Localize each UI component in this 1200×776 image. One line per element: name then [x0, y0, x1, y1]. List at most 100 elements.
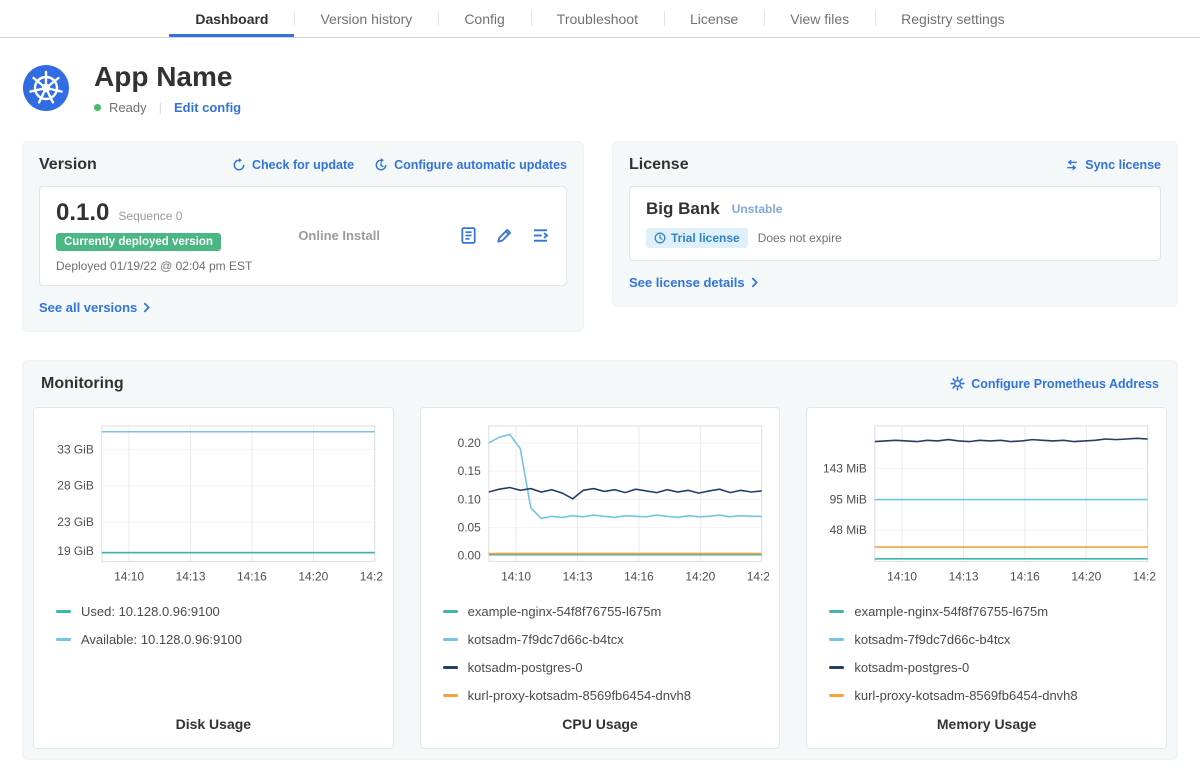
chart-title: Memory Usage [817, 706, 1156, 732]
svg-text:14:10: 14:10 [887, 569, 917, 583]
chart-legend: example-nginx-54f8f76755-l675mkotsadm-7f… [829, 604, 1156, 703]
deployed-timestamp: Deployed 01/19/22 @ 02:04 pm EST [56, 259, 252, 273]
see-all-versions-link[interactable]: See all versions [39, 300, 150, 315]
sync-icon [1065, 158, 1079, 172]
configure-prometheus-link[interactable]: Configure Prometheus Address [950, 376, 1159, 391]
see-license-details-link[interactable]: See license details [629, 275, 758, 290]
refresh-icon [232, 158, 246, 172]
legend-color-dash [829, 666, 844, 669]
license-type-row: Trial license Does not expire [646, 228, 1144, 248]
legend-color-dash [56, 638, 71, 641]
version-card-title: Version [39, 156, 97, 174]
edit-config-button[interactable] [495, 226, 514, 245]
page-title: App Name [94, 62, 241, 93]
status-badge: Ready [109, 100, 147, 115]
tab-view-files[interactable]: View files [764, 0, 875, 37]
check-for-update-link[interactable]: Check for update [232, 158, 354, 172]
license-expiration: Does not expire [758, 231, 842, 245]
release-notes-icon [459, 226, 478, 245]
current-version-box: 0.1.0 Sequence 0 Currently deployed vers… [39, 186, 567, 286]
version-action-icons [459, 226, 550, 245]
svg-text:14:10: 14:10 [114, 569, 144, 583]
release-notes-button[interactable] [459, 226, 478, 245]
legend-label: Available: 10.128.0.96:9100 [81, 632, 242, 647]
license-card: License Sync license Big Bank Unstable [612, 141, 1178, 307]
memory-usage-chart-card: 14:1014:1314:1614:2014:2348 MiB95 MiB143… [806, 407, 1167, 749]
license-card-header: License Sync license [629, 156, 1161, 174]
svg-text:14:16: 14:16 [624, 569, 654, 583]
tab-label: Troubleshoot [557, 11, 638, 27]
svg-text:14:20: 14:20 [685, 569, 715, 583]
legend-label: kotsadm-7f9dc7d66c-b4tcx [468, 632, 624, 647]
svg-text:14:10: 14:10 [501, 569, 531, 583]
tab-troubleshoot[interactable]: Troubleshoot [531, 0, 664, 37]
legend-label: Used: 10.128.0.96:9100 [81, 604, 220, 619]
sync-license-label: Sync license [1085, 158, 1161, 172]
logs-icon [531, 226, 550, 245]
see-license-details-label: See license details [629, 275, 745, 290]
legend-item: example-nginx-54f8f76755-l675m [443, 604, 770, 619]
legend-label: kurl-proxy-kotsadm-8569fb6454-dnvh8 [468, 688, 691, 703]
tab-registry-settings[interactable]: Registry settings [875, 0, 1030, 37]
kubernetes-logo-icon [22, 64, 70, 112]
tab-dashboard[interactable]: Dashboard [169, 0, 294, 37]
version-card-header: Version Check for update [39, 156, 567, 174]
legend-label: kurl-proxy-kotsadm-8569fb6454-dnvh8 [854, 688, 1077, 703]
see-license-details-row: See license details [629, 275, 1161, 290]
svg-text:0.15: 0.15 [457, 464, 481, 478]
edit-config-link[interactable]: Edit config [174, 100, 241, 115]
tab-label: Dashboard [195, 11, 268, 27]
legend-color-dash [829, 638, 844, 641]
chevron-right-icon [143, 302, 150, 313]
gear-icon [950, 376, 965, 391]
tab-version-history[interactable]: Version history [294, 0, 438, 37]
tab-license[interactable]: License [664, 0, 764, 37]
legend-item: kotsadm-postgres-0 [829, 660, 1156, 675]
see-all-versions-row: See all versions [39, 300, 567, 315]
tab-label: Config [464, 11, 504, 27]
svg-text:14:23: 14:23 [360, 569, 383, 583]
svg-text:14:13: 14:13 [176, 569, 206, 583]
sequence-label: Sequence 0 [118, 209, 182, 223]
version-card-links: Check for update Configure automatic upd… [232, 158, 567, 172]
license-card-title: License [629, 156, 689, 174]
version-card: Version Check for update [22, 141, 584, 332]
view-logs-button[interactable] [531, 226, 550, 245]
configure-automatic-updates-label: Configure automatic updates [394, 158, 567, 172]
cards-row: Version Check for update [22, 141, 1178, 332]
legend-item: kotsadm-7f9dc7d66c-b4tcx [443, 632, 770, 647]
legend-color-dash [443, 694, 458, 697]
dashboard-page: App Name Ready | Edit config Version [0, 38, 1200, 776]
chart-title: CPU Usage [431, 706, 770, 732]
trial-license-badge: Trial license [646, 228, 748, 248]
configure-automatic-updates-link[interactable]: Configure automatic updates [374, 158, 567, 172]
svg-text:0.10: 0.10 [457, 492, 481, 506]
svg-text:14:16: 14:16 [1010, 569, 1040, 583]
legend-item: kurl-proxy-kotsadm-8569fb6454-dnvh8 [829, 688, 1156, 703]
tab-config[interactable]: Config [438, 0, 530, 37]
tab-label: View files [790, 11, 849, 27]
cpu-usage-chart: 14:1014:1314:1614:2014:230.000.050.100.1… [431, 418, 770, 595]
app-header: App Name Ready | Edit config [22, 62, 1178, 115]
app-header-text: App Name Ready | Edit config [94, 62, 241, 115]
svg-text:14:13: 14:13 [949, 569, 979, 583]
deployed-version-badge: Currently deployed version [56, 233, 221, 251]
legend-item: kotsadm-postgres-0 [443, 660, 770, 675]
svg-text:14:16: 14:16 [237, 569, 267, 583]
svg-text:23 GiB: 23 GiB [57, 515, 94, 529]
current-version-info: 0.1.0 Sequence 0 Currently deployed vers… [56, 199, 252, 273]
sync-license-link[interactable]: Sync license [1065, 158, 1161, 172]
memory-usage-chart: 14:1014:1314:1614:2014:2348 MiB95 MiB143… [817, 418, 1156, 595]
svg-text:0.00: 0.00 [457, 549, 481, 563]
legend-color-dash [443, 638, 458, 641]
svg-text:14:20: 14:20 [298, 569, 328, 583]
legend-label: kotsadm-postgres-0 [468, 660, 583, 675]
legend-color-dash [829, 610, 844, 613]
line-chart: 14:1014:1314:1614:2014:2319 GiB23 GiB28 … [44, 418, 383, 595]
tab-label: License [690, 11, 738, 27]
tab-label: Version history [320, 11, 412, 27]
install-type-label: Online Install [298, 228, 380, 243]
auto-update-clock-icon [374, 158, 388, 172]
svg-text:0.20: 0.20 [457, 436, 481, 450]
check-for-update-label: Check for update [252, 158, 354, 172]
